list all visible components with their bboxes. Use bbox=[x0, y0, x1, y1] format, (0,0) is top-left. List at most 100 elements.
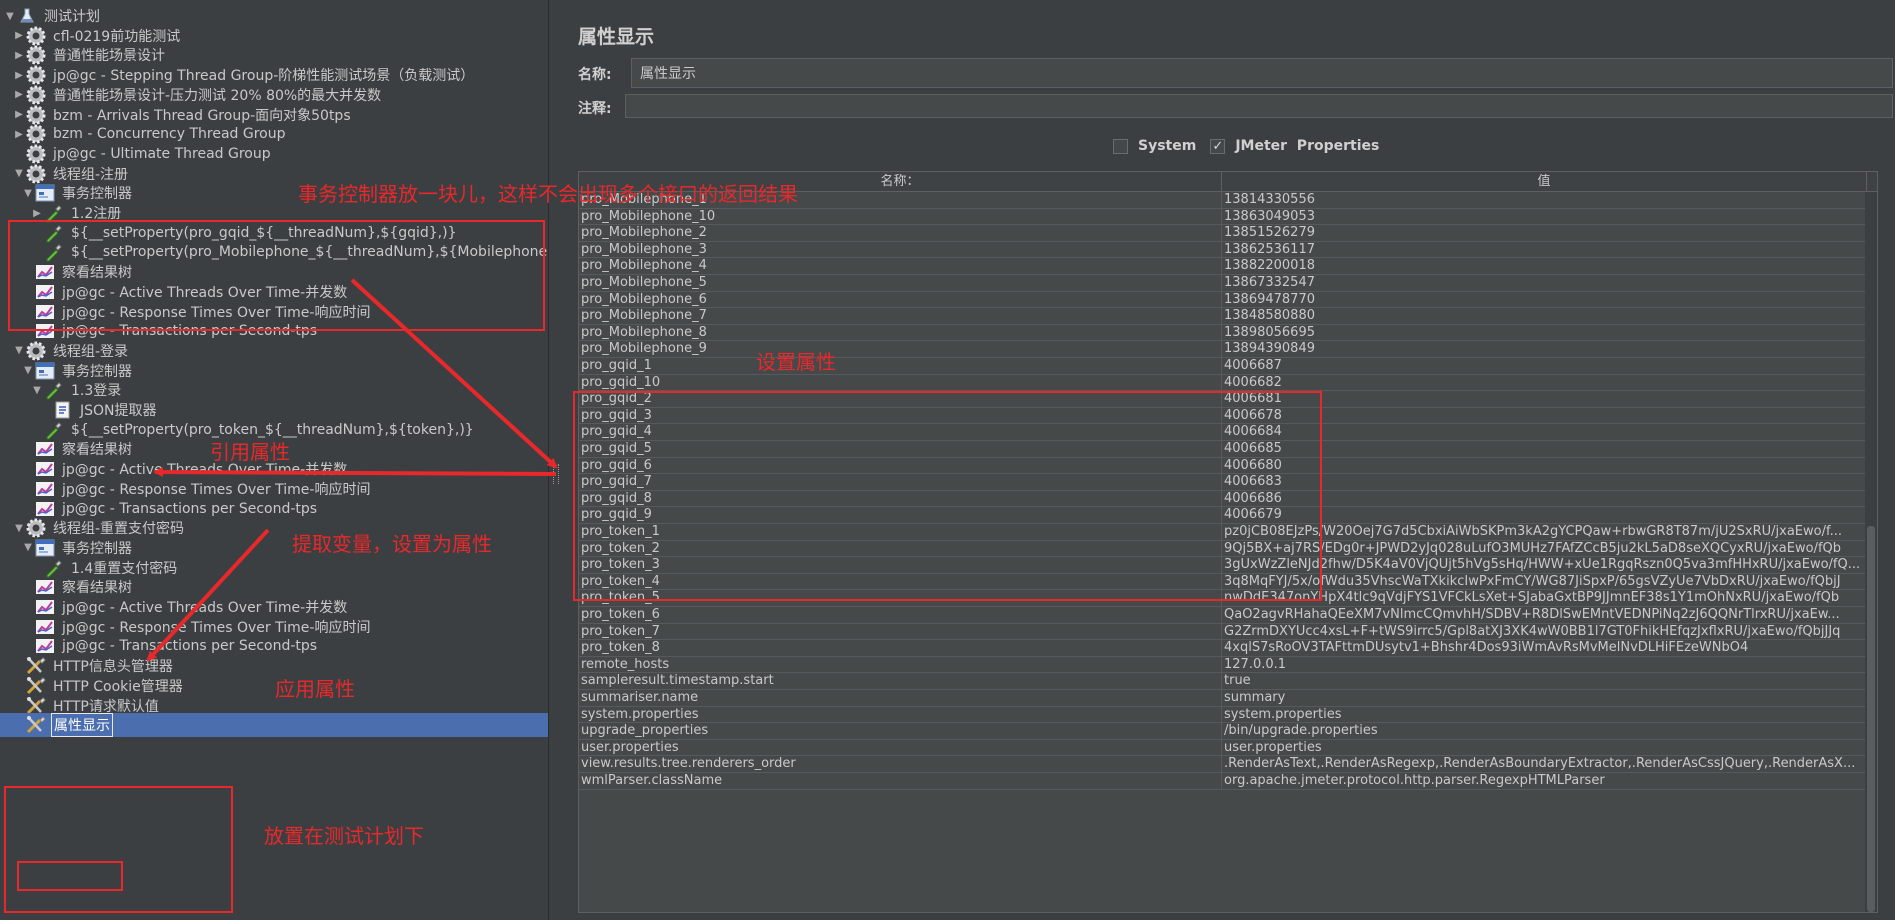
table-row[interactable]: pro_token_4 3q8MqFYJ/5x/ofWdu35VhscWaTXki… bbox=[579, 573, 1877, 591]
property-name-cell[interactable]: sampleresult.timestamp.start bbox=[579, 673, 1222, 690]
property-value-cell[interactable]: org.apache.jmeter.protocol.http.parser.R… bbox=[1222, 773, 1867, 790]
table-row[interactable]: pro_token_1 pz0jCB08EJzPs/W20Oej7G7d5Cbxi… bbox=[579, 524, 1877, 541]
expanded-twisty-icon[interactable]: ▼ bbox=[4, 11, 16, 22]
property-value-cell[interactable]: 13882200018 bbox=[1222, 258, 1867, 275]
name-field[interactable] bbox=[631, 58, 1893, 88]
collapsed-twisty-icon[interactable]: ▶ bbox=[13, 89, 25, 100]
property-value-cell[interactable]: 4006682 bbox=[1222, 374, 1867, 392]
property-name-cell[interactable]: pro_Mobilephone_6 bbox=[579, 291, 1222, 309]
table-row[interactable]: pro_gqid_8 4006686 bbox=[579, 490, 1877, 508]
property-value-cell[interactable]: 4006684 bbox=[1222, 424, 1867, 441]
property-value-cell[interactable]: pz0jCB08EJzPs/W20Oej7G7d5CbxiAiWbSKPm3kA… bbox=[1222, 524, 1867, 541]
property-value-cell[interactable]: 4006680 bbox=[1222, 457, 1867, 475]
property-name-cell[interactable]: pro_Mobilephone_4 bbox=[579, 258, 1222, 275]
jmeter-properties-checkbox[interactable]: ✓ bbox=[1210, 138, 1226, 154]
table-row[interactable]: pro_token_5 nwDdE347onYHpX4tlc9qVdjFYS1VF… bbox=[579, 590, 1877, 607]
property-name-cell[interactable]: pro_token_3 bbox=[579, 557, 1222, 574]
property-value-cell[interactable]: 4006681 bbox=[1222, 391, 1867, 408]
property-value-cell[interactable]: summary bbox=[1222, 690, 1867, 707]
collapsed-twisty-icon[interactable]: ▶ bbox=[13, 50, 25, 61]
property-name-cell[interactable]: pro_token_6 bbox=[579, 607, 1222, 624]
property-value-cell[interactable]: .RenderAsText,.RenderAsRegexp,.RenderAsB… bbox=[1222, 756, 1867, 773]
table-row[interactable]: view.results.tree.renderers_order .Render… bbox=[579, 756, 1877, 773]
property-name-cell[interactable]: pro_gqid_4 bbox=[579, 424, 1222, 441]
expanded-twisty-icon[interactable]: ▼ bbox=[22, 188, 34, 199]
table-row[interactable]: pro_Mobilephone_4 13882200018 bbox=[579, 258, 1877, 275]
collapsed-twisty-icon[interactable]: ▶ bbox=[31, 208, 43, 219]
property-value-cell[interactable]: 13814330556 bbox=[1222, 192, 1867, 209]
table-row[interactable]: pro_token_2 9Qj5BX+aj7RS/EDg0r+JPWD2yJq02… bbox=[579, 540, 1877, 558]
expanded-twisty-icon[interactable]: ▼ bbox=[13, 168, 25, 179]
property-name-cell[interactable]: pro_gqid_10 bbox=[579, 374, 1222, 392]
property-name-cell[interactable]: user.properties bbox=[579, 739, 1222, 757]
property-value-cell[interactable]: 4006679 bbox=[1222, 507, 1867, 524]
property-value-cell[interactable]: true bbox=[1222, 673, 1867, 690]
splitter[interactable] bbox=[549, 0, 563, 920]
table-row[interactable]: pro_token_7 G2ZrmDXYUcc4xsL+F+tWS9irrc5/G… bbox=[579, 623, 1877, 641]
collapsed-twisty-icon[interactable]: ▶ bbox=[13, 109, 25, 120]
property-value-cell[interactable]: system.properties bbox=[1222, 706, 1867, 724]
property-name-cell[interactable]: system.properties bbox=[579, 706, 1222, 724]
property-value-cell[interactable]: 4xqlS7sRoOV3TAFttmDUsytv1+Bhshr4Dos93iWm… bbox=[1222, 640, 1867, 657]
table-row[interactable]: pro_token_6 QaO2agvRHahaQEeXM7vNlmcCQmvhH… bbox=[579, 607, 1877, 624]
property-value-cell[interactable]: 3q8MqFYJ/5x/ofWdu35VhscWaTXkikcIwPxFmCY/… bbox=[1222, 573, 1867, 591]
table-row[interactable]: pro_token_8 4xqlS7sRoOV3TAFttmDUsytv1+Bhs… bbox=[579, 640, 1877, 657]
property-value-cell[interactable]: 127.0.0.1 bbox=[1222, 656, 1867, 674]
splitter-grip[interactable] bbox=[553, 464, 559, 484]
property-value-cell[interactable]: QaO2agvRHahaQEeXM7vNlmcCQmvhH/SDBV+R8DlS… bbox=[1222, 607, 1867, 624]
table-row[interactable]: pro_gqid_7 4006683 bbox=[579, 474, 1877, 491]
property-value-cell[interactable]: 4006685 bbox=[1222, 441, 1867, 458]
property-name-cell[interactable]: upgrade_properties bbox=[579, 723, 1222, 740]
property-value-cell[interactable]: 4006686 bbox=[1222, 490, 1867, 508]
table-row[interactable]: pro_Mobilephone_8 13898056695 bbox=[579, 324, 1877, 342]
table-row[interactable]: pro_Mobilephone_5 13867332547 bbox=[579, 275, 1877, 292]
property-name-cell[interactable]: pro_Mobilephone_7 bbox=[579, 308, 1222, 325]
property-value-cell[interactable]: 13867332547 bbox=[1222, 275, 1867, 292]
comment-field[interactable] bbox=[625, 94, 1893, 118]
property-name-cell[interactable]: pro_Mobilephone_3 bbox=[579, 241, 1222, 259]
property-value-cell[interactable]: 13851526279 bbox=[1222, 225, 1867, 242]
scrollbar-thumb[interactable] bbox=[1867, 526, 1875, 912]
collapsed-twisty-icon[interactable]: ▶ bbox=[13, 129, 25, 140]
table-row[interactable]: pro_gqid_2 4006681 bbox=[579, 391, 1877, 408]
table-row[interactable]: pro_gqid_5 4006685 bbox=[579, 441, 1877, 458]
expanded-twisty-icon[interactable]: ▼ bbox=[22, 542, 34, 553]
property-value-cell[interactable]: /bin/upgrade.properties bbox=[1222, 723, 1867, 740]
property-name-cell[interactable]: pro_token_5 bbox=[579, 590, 1222, 607]
property-name-cell[interactable]: pro_gqid_7 bbox=[579, 474, 1222, 491]
table-row[interactable]: pro_gqid_4 4006684 bbox=[579, 424, 1877, 441]
property-name-cell[interactable]: remote_hosts bbox=[579, 656, 1222, 674]
table-row[interactable]: pro_token_3 3gUxWzZleNJd2fhw/D5K4aV0VjQUj… bbox=[579, 557, 1877, 574]
property-value-cell[interactable]: 4006678 bbox=[1222, 407, 1867, 425]
expanded-twisty-icon[interactable]: ▼ bbox=[13, 345, 25, 356]
property-value-cell[interactable]: 13894390849 bbox=[1222, 341, 1867, 358]
table-row[interactable]: pro_gqid_6 4006680 bbox=[579, 457, 1877, 475]
table-row[interactable]: pro_Mobilephone_3 13862536117 bbox=[579, 241, 1877, 259]
property-value-cell[interactable]: 9Qj5BX+aj7RS/EDg0r+JPWD2yJq028uLufO3MUHz… bbox=[1222, 540, 1867, 558]
property-name-cell[interactable]: pro_token_8 bbox=[579, 640, 1222, 657]
table-row[interactable]: remote_hosts 127.0.0.1 bbox=[579, 656, 1877, 674]
property-name-cell[interactable]: pro_gqid_9 bbox=[579, 507, 1222, 524]
property-name-cell[interactable]: pro_gqid_1 bbox=[579, 358, 1222, 375]
collapsed-twisty-icon[interactable]: ▶ bbox=[13, 30, 25, 41]
column-header-value[interactable]: 值 bbox=[1222, 172, 1867, 192]
table-row[interactable]: pro_gqid_9 4006679 bbox=[579, 507, 1877, 524]
property-name-cell[interactable]: pro_Mobilephone_9 bbox=[579, 341, 1222, 358]
table-row[interactable]: wmlParser.className org.apache.jmeter.pro… bbox=[579, 773, 1877, 790]
property-name-cell[interactable]: summariser.name bbox=[579, 690, 1222, 707]
property-name-cell[interactable]: pro_token_1 bbox=[579, 524, 1222, 541]
property-name-cell[interactable]: pro_gqid_2 bbox=[579, 391, 1222, 408]
property-value-cell[interactable]: 4006687 bbox=[1222, 358, 1867, 375]
property-value-cell[interactable]: 13848580880 bbox=[1222, 308, 1867, 325]
property-name-cell[interactable]: pro_token_4 bbox=[579, 573, 1222, 591]
property-value-cell[interactable]: user.properties bbox=[1222, 739, 1867, 757]
property-value-cell[interactable]: G2ZrmDXYUcc4xsL+F+tWS9irrc5/Gpl8atXJ3XK4… bbox=[1222, 623, 1867, 641]
tree-node[interactable]: 属性显示 bbox=[0, 713, 548, 738]
property-name-cell[interactable]: pro_gqid_6 bbox=[579, 457, 1222, 475]
expanded-twisty-icon[interactable]: ▼ bbox=[31, 385, 43, 396]
property-name-cell[interactable]: pro_Mobilephone_8 bbox=[579, 324, 1222, 342]
collapsed-twisty-icon[interactable]: ▶ bbox=[13, 70, 25, 81]
property-name-cell[interactable]: view.results.tree.renderers_order bbox=[579, 756, 1222, 773]
table-row[interactable]: upgrade_properties/bin/upgrade.propertie… bbox=[579, 723, 1877, 740]
property-name-cell[interactable]: wmlParser.className bbox=[579, 773, 1222, 790]
